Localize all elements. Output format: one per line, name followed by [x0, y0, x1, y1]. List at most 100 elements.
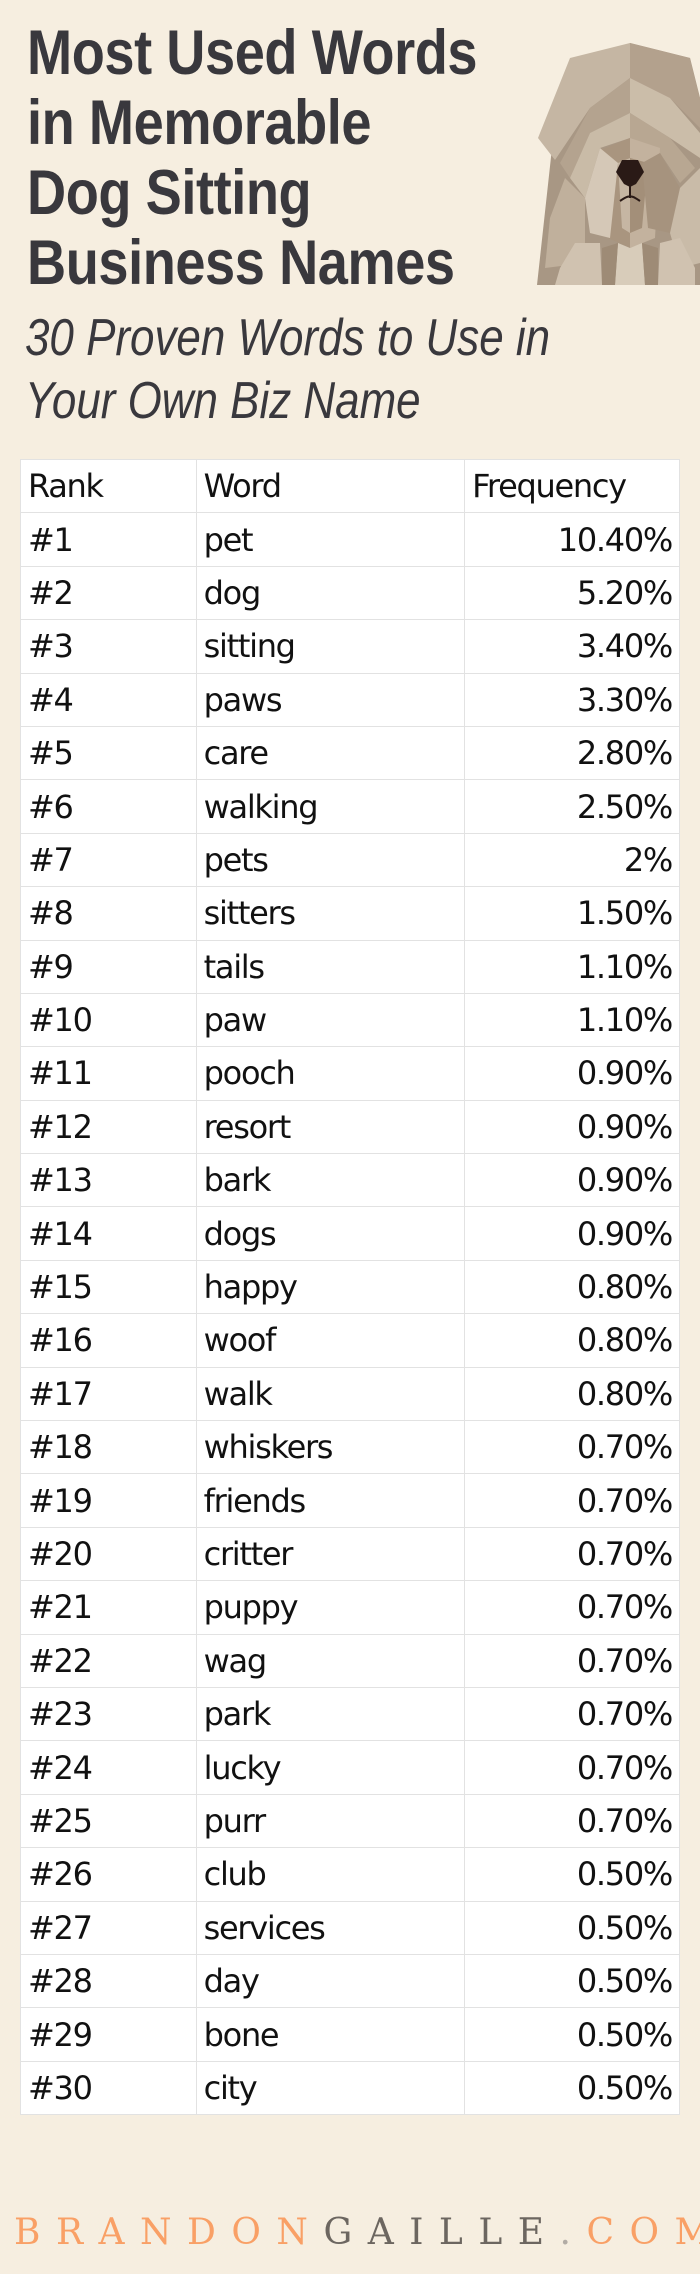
- word-cell: tails: [195, 939, 466, 994]
- frequency-cell: 0.70%: [464, 1686, 680, 1742]
- subtitle-line-1: 30 Proven Words to Use in: [25, 309, 551, 367]
- rank-cell: #10: [20, 992, 197, 1048]
- table-row: #30 city 0.50%: [20, 2060, 680, 2116]
- column-header-frequency: Frequency: [464, 458, 680, 514]
- word-cell: pet: [195, 512, 466, 567]
- word-cell: whiskers: [195, 1420, 466, 1475]
- frequency-cell: 0.90%: [464, 1099, 680, 1155]
- brand-part-gaille: GAILLE: [323, 2212, 560, 2253]
- frequency-cell: 3.40%: [464, 619, 680, 674]
- table-row: #24 lucky 0.70%: [20, 1740, 680, 1795]
- word-cell: purr: [195, 1793, 466, 1849]
- frequency-cell: 0.70%: [464, 1580, 680, 1635]
- page-title: Most Used Words in Memorable Dog Sitting…: [27, 18, 478, 298]
- table-row: #1 pet 10.40%: [20, 512, 680, 567]
- rank-cell: #6: [20, 779, 197, 834]
- table-row: #15 happy 0.80%: [20, 1259, 680, 1315]
- rank-cell: #2: [20, 565, 197, 621]
- rank-cell: #12: [20, 1099, 197, 1155]
- rank-cell: #25: [20, 1793, 197, 1849]
- frequency-cell: 3.30%: [464, 672, 680, 727]
- table-row: #5 care 2.80%: [20, 725, 680, 781]
- rank-cell: #28: [20, 1953, 197, 2009]
- table-row: #12 resort 0.90%: [20, 1099, 680, 1155]
- word-cell: sitters: [195, 886, 466, 941]
- table-row: #21 puppy 0.70%: [20, 1580, 680, 1635]
- word-cell: critter: [195, 1526, 466, 1582]
- table-row: #28 day 0.50%: [20, 1953, 680, 2009]
- frequency-cell: 1.10%: [464, 939, 680, 994]
- rank-cell: #23: [20, 1686, 197, 1742]
- rank-cell: #7: [20, 832, 197, 888]
- word-cell: pets: [195, 832, 466, 888]
- word-cell: paws: [195, 672, 466, 727]
- word-cell: club: [195, 1847, 466, 1902]
- frequency-cell: 0.70%: [464, 1793, 680, 1849]
- dog-illustration-icon: [537, 43, 700, 285]
- rank-cell: #4: [20, 672, 197, 727]
- frequency-cell: 0.90%: [464, 1153, 680, 1208]
- rank-cell: #8: [20, 886, 197, 941]
- rank-cell: #17: [20, 1366, 197, 1422]
- title-line-1: Most Used Words: [27, 18, 478, 88]
- table-row: #29 bone 0.50%: [20, 2007, 680, 2062]
- table-row: #18 whiskers 0.70%: [20, 1420, 680, 1475]
- rank-cell: #15: [20, 1259, 197, 1315]
- rank-cell: #14: [20, 1206, 197, 1261]
- word-cell: puppy: [195, 1580, 466, 1635]
- brand-part-brandon: BRANDON: [14, 2212, 324, 2253]
- word-cell: pooch: [195, 1046, 466, 1101]
- rank-cell: #30: [20, 2060, 197, 2116]
- table-row: #4 paws 3.30%: [20, 672, 680, 727]
- subtitle-line-2: Your Own Biz Name: [25, 372, 421, 430]
- frequency-cell: 0.50%: [464, 2007, 680, 2062]
- word-cell: walking: [195, 779, 466, 834]
- word-cell: bone: [195, 2007, 466, 2062]
- table-row: #11 pooch 0.90%: [20, 1046, 680, 1101]
- frequency-cell: 0.50%: [464, 1847, 680, 1902]
- rank-cell: #27: [20, 1900, 197, 1955]
- word-cell: care: [195, 725, 466, 781]
- table-row: #27 services 0.50%: [20, 1900, 680, 1955]
- frequency-cell: 0.80%: [464, 1366, 680, 1422]
- word-cell: services: [195, 1900, 466, 1955]
- dog-chest-shape: [615, 243, 645, 285]
- frequency-cell: 2.50%: [464, 779, 680, 834]
- title-line-4: Business Names: [27, 228, 455, 298]
- word-cell: park: [195, 1686, 466, 1742]
- word-cell: city: [195, 2060, 466, 2116]
- title-line-3: Dog Sitting: [27, 158, 312, 228]
- frequency-cell: 0.90%: [464, 1206, 680, 1261]
- brand-part-com: COM: [586, 2212, 700, 2253]
- title-line-2: in Memorable: [27, 88, 372, 158]
- frequency-cell: 1.50%: [464, 886, 680, 941]
- frequency-cell: 0.80%: [464, 1313, 680, 1368]
- table-row: #3 sitting 3.40%: [20, 619, 680, 674]
- rank-cell: #9: [20, 939, 197, 994]
- rank-cell: #18: [20, 1420, 197, 1475]
- table-row: #10 paw 1.10%: [20, 992, 680, 1048]
- rank-cell: #13: [20, 1153, 197, 1208]
- rank-cell: #19: [20, 1473, 197, 1528]
- page-subtitle: 30 Proven Words to Use in Your Own Biz N…: [25, 307, 550, 433]
- frequency-cell: 0.50%: [464, 1953, 680, 2009]
- table-row: #25 purr 0.70%: [20, 1793, 680, 1849]
- brand-dot: .: [559, 2212, 587, 2253]
- rank-cell: #22: [20, 1633, 197, 1688]
- word-cell: dog: [195, 565, 466, 621]
- frequency-cell: 0.80%: [464, 1259, 680, 1315]
- frequency-cell: 5.20%: [464, 565, 680, 621]
- frequency-cell: 0.90%: [464, 1046, 680, 1101]
- frequency-cell: 0.50%: [464, 2060, 680, 2116]
- table-row: #14 dogs 0.90%: [20, 1206, 680, 1261]
- table-header-row: Rank Word Frequency: [20, 458, 680, 514]
- table-body: #1 pet 10.40% #2 dog 5.20% #3 sitting 3.40% #4 paw…: [20, 512, 680, 2116]
- table-row: #6 walking 2.50%: [20, 779, 680, 834]
- rank-cell: #1: [20, 512, 197, 567]
- frequency-cell: 0.70%: [464, 1473, 680, 1528]
- rank-cell: #16: [20, 1313, 197, 1368]
- table-row: #9 tails 1.10%: [20, 939, 680, 994]
- frequency-cell: 2%: [464, 832, 680, 888]
- table-row: #8 sitters 1.50%: [20, 886, 680, 941]
- rank-cell: #29: [20, 2007, 197, 2062]
